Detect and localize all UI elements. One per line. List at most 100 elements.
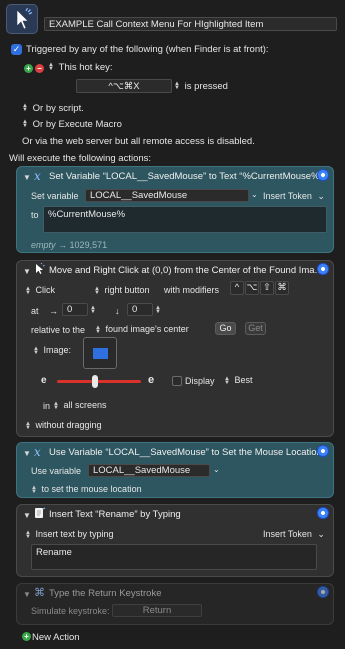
mouse-button-label: right button (104, 285, 150, 295)
low-fuzziness-icon: e (41, 375, 47, 386)
or-by-script-popup[interactable]: ▲ ▼ Or by script. (22, 103, 84, 114)
popup-arrows-icon: ▲ ▼ (94, 285, 100, 296)
match-quality-popup[interactable]: ▲ ▼ Best (224, 375, 253, 386)
modifier-control-key[interactable]: ^ (230, 281, 244, 295)
result-preview: empty → 1029,571 (31, 240, 107, 250)
disclosure-chevron-icon[interactable]: ▼ (23, 267, 31, 276)
add-trigger-button[interactable]: + (24, 64, 33, 73)
dragging-value: without dragging (35, 420, 102, 430)
text-value-field[interactable]: %CurrentMouse% (43, 206, 327, 233)
action-title: Insert Text “Rename” by Typing (49, 509, 181, 520)
web-server-note: Or via the web server but all remote acc… (22, 136, 255, 147)
modifier-shift-key[interactable]: ⇧ (260, 281, 274, 295)
image-source-popup[interactable]: ▲ ▼ Image: (33, 345, 72, 356)
variable-purpose-value: to set the mouse location (41, 484, 142, 494)
modifier-keys: ^ ⌥ ⇧ ⌘ (230, 281, 289, 295)
set-variable-label: Set variable (31, 191, 79, 201)
mouse-cursor-icon (34, 262, 45, 278)
action-title: Set Variable “LOCAL__SavedMouse” to Text… (49, 171, 323, 182)
action-insert-text[interactable]: ▼ Insert Text “Rename” by Typing ▲ ▼ Inse… (16, 504, 334, 577)
action-title: Move and Right Click at (0,0) from the C… (49, 265, 323, 276)
modifier-command-key[interactable]: ⌘ (275, 281, 289, 295)
variable-name-field[interactable]: LOCAL__SavedMouse (85, 189, 249, 202)
use-variable-label: Use variable (31, 466, 82, 476)
hotkey-label: This hot key: (58, 62, 113, 73)
insert-text-field[interactable]: Rename (31, 544, 317, 570)
action-use-variable[interactable]: ▼ 𝑥 Use Variable “LOCAL__SavedMouse” to … (16, 442, 334, 498)
popup-arrows-icon: ▲ ▼ (25, 420, 31, 431)
variable-name-field[interactable]: LOCAL__SavedMouse (88, 464, 210, 477)
chevron-down-icon[interactable]: ⌄ (251, 190, 258, 199)
y-coordinate-field[interactable]: 0 (127, 303, 153, 316)
simulate-keystroke-label: Simulate keystroke: (31, 606, 110, 616)
insert-token-label: Insert Token (263, 529, 312, 539)
action-title: Use Variable “LOCAL__SavedMouse” to Set … (49, 447, 322, 458)
stepper-icon[interactable]: ▲ ▼ (155, 304, 161, 315)
insert-token-popup[interactable]: Insert Token ⌄ (263, 191, 325, 202)
hotkey-field[interactable]: ^⌥⌘X (76, 79, 172, 93)
gear-icon[interactable] (317, 169, 329, 181)
stepper-icon[interactable]: ▲ ▼ (90, 304, 96, 315)
insert-token-popup[interactable]: Insert Token ⌄ (263, 529, 325, 540)
gear-icon[interactable] (317, 507, 329, 519)
chevron-down-icon[interactable]: ⌄ (213, 465, 220, 474)
relative-label: relative to the (31, 325, 86, 335)
fuzziness-slider[interactable] (57, 375, 141, 388)
image-well[interactable] (83, 337, 117, 369)
variable-purpose-popup[interactable]: ▲ ▼ to set the mouse location (31, 484, 142, 495)
relative-to-popup[interactable]: ▲ ▼ found image's center (95, 324, 189, 335)
image-label: Image: (43, 345, 72, 355)
trigger-type-popup[interactable]: ▲ ▼ This hot key: (48, 62, 113, 73)
gear-icon[interactable] (317, 445, 329, 457)
disclosure-chevron-icon[interactable]: ▼ (23, 173, 31, 182)
dragging-popup[interactable]: ▲ ▼ without dragging (25, 420, 102, 431)
action-set-variable[interactable]: ▼ 𝑥 Set Variable “LOCAL__SavedMouse” to … (16, 166, 334, 253)
modifier-option-key[interactable]: ⌥ (245, 281, 259, 295)
get-button[interactable]: Get (245, 322, 266, 335)
insert-mode-popup[interactable]: ▲ ▼ Insert text by typing (25, 529, 114, 540)
keystroke-field[interactable]: Return (112, 604, 202, 617)
x-coordinate-field[interactable]: 0 (62, 303, 88, 316)
popup-arrows-icon: ▲ ▼ (53, 400, 59, 411)
chevron-down-icon: ⌄ (317, 191, 325, 201)
hotkey-state-label: is pressed (184, 81, 228, 92)
or-by-script-label: Or by script. (32, 103, 84, 114)
in-label: in (43, 401, 51, 411)
click-type-popup[interactable]: ▲ ▼ Click (25, 285, 55, 296)
disclosure-chevron-icon[interactable]: ▼ (23, 511, 31, 520)
or-by-execute-macro-label: Or by Execute Macro (32, 119, 122, 130)
result-value: 1029,571 (69, 240, 108, 250)
screens-value: all screens (63, 400, 107, 410)
chevron-down-icon: ⌄ (317, 529, 325, 539)
new-action-button[interactable]: New Action (32, 632, 80, 643)
trigger-checkbox[interactable]: ✓ (11, 44, 22, 55)
variable-icon: 𝑥 (34, 445, 41, 459)
hotkey-state-popup[interactable]: ▲ ▼ is pressed (174, 81, 228, 92)
action-move-and-click[interactable]: ▼ Move and Right Click at (0,0) from the… (16, 260, 334, 437)
macro-name-field[interactable]: EXAMPLE Call Context Menu For HIghlighte… (44, 17, 337, 31)
go-button[interactable]: Go (215, 322, 236, 335)
insert-text-icon (34, 507, 46, 522)
disclosure-chevron-icon[interactable]: ▼ (23, 590, 31, 599)
add-action-icon[interactable]: + (22, 632, 31, 641)
command-key-icon: ⌘ (34, 587, 45, 599)
or-by-execute-macro-popup[interactable]: ▲ ▼ Or by Execute Macro (22, 119, 122, 130)
popup-arrows-icon: ▲ ▼ (174, 81, 180, 92)
gear-icon[interactable] (317, 586, 329, 598)
popup-arrows-icon: ▲ ▼ (25, 529, 31, 540)
relative-to-value: found image's center (105, 324, 189, 334)
display-label: Display (185, 376, 215, 386)
image-thumbnail (93, 348, 108, 359)
display-checkbox[interactable] (172, 376, 182, 386)
remove-trigger-button[interactable]: − (35, 64, 44, 73)
disclosure-chevron-icon[interactable]: ▼ (23, 449, 31, 458)
gear-icon[interactable] (317, 263, 329, 275)
actions-header: Will execute the following actions: (9, 153, 152, 164)
action-type-keystroke[interactable]: ▼ ⌘ Type the Return Keystroke Simulate k… (16, 583, 334, 625)
slider-knob[interactable] (92, 375, 98, 388)
mouse-button-popup[interactable]: ▲ ▼ right button (94, 285, 150, 296)
match-quality-value: Best (234, 375, 253, 385)
screens-popup[interactable]: ▲ ▼ all screens (53, 400, 107, 411)
result-empty-label: empty (31, 240, 56, 250)
action-title: Type the Return Keystroke (49, 588, 162, 599)
